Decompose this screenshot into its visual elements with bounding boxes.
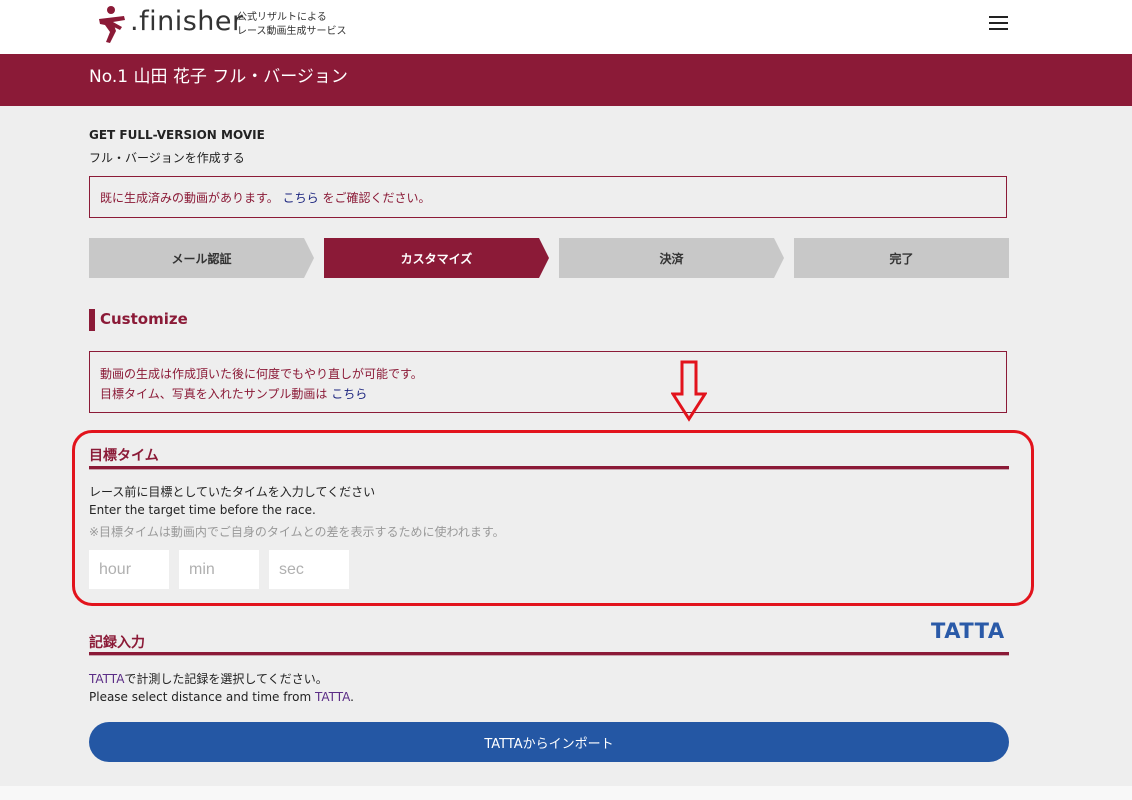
target-time-note: ※目標タイムは動画内でご自身のタイムとの差を表示するために使われます。 [89, 525, 505, 539]
tatta-import-button[interactable]: TATTAからインポート [89, 722, 1009, 762]
record-desc-en-text: Please select distance and time from [89, 690, 315, 704]
page-title: No.1 山田 花子 フル・バージョン [89, 67, 348, 87]
sample-movie-link[interactable]: こちら [331, 387, 367, 401]
min-input[interactable] [179, 550, 259, 589]
customize-accent-bar [89, 309, 95, 331]
record-desc-en-end: . [350, 690, 354, 704]
step-email-verification: メール認証 [89, 238, 314, 278]
customize-notice-text: 目標タイム、写真を入れたサンプル動画は [100, 387, 332, 401]
title-band: No.1 山田 花子 フル・バージョン [0, 54, 1132, 106]
target-time-title: 目標タイム [89, 448, 159, 464]
section-heading-en: GET FULL-VERSION MOVIE [89, 128, 265, 142]
notice-text-after: をご確認ください。 [318, 191, 431, 205]
step-payment: 決済 [559, 238, 784, 278]
tatta-logo: TATTA [931, 619, 1005, 643]
tatta-brand-text-en: TATTA [314, 690, 351, 704]
tagline: 公式リザルトによる レース動画生成サービス [237, 11, 347, 39]
customize-heading: Customize [100, 310, 188, 328]
footer-strip [0, 786, 1132, 800]
down-arrow-icon [671, 360, 707, 422]
tagline-line-2: レース動画生成サービス [237, 26, 347, 37]
target-time-desc-ja: レース前に目標としていたタイムを入力してください [89, 485, 376, 499]
target-time-desc-en: Enter the target time before the race. [89, 503, 316, 517]
customize-notice-line-2: 目標タイム、写真を入れたサンプル動画は こちら [100, 384, 996, 404]
site-header: .finisher 公式リザルトによる レース動画生成サービス [0, 0, 1132, 54]
hamburger-menu-icon[interactable] [989, 16, 1008, 30]
record-desc-ja: TATTAで計測した記録を選択してください。 [89, 670, 328, 687]
step-customize: カスタマイズ [324, 238, 549, 278]
hour-input[interactable] [89, 550, 169, 589]
progress-steps: メール認証 カスタマイズ 決済 完了 [89, 238, 1009, 278]
tatta-brand-text: TATTA [89, 672, 125, 686]
step-complete: 完了 [794, 238, 1009, 278]
section-heading-ja: フル・バージョンを作成する [89, 151, 245, 165]
record-desc-en: Please select distance and time from TAT… [89, 690, 354, 704]
logo-text[interactable]: .finisher [130, 6, 244, 37]
sec-input[interactable] [269, 550, 349, 589]
record-input-title: 記録入力 [89, 635, 145, 651]
record-desc-ja-text: で計測した記録を選択してください。 [124, 672, 328, 686]
tagline-line-1: 公式リザルトによる [237, 12, 327, 23]
record-input-divider [89, 652, 1009, 656]
customize-notice-line-1: 動画の生成は作成頂いた後に何度でもやり直しが可能です。 [100, 367, 423, 381]
runner-logo-icon[interactable] [96, 5, 130, 45]
existing-movie-notice: 既に生成済みの動画があります。 こちら をご確認ください。 [89, 176, 1007, 218]
existing-movie-link[interactable]: こちら [283, 191, 319, 205]
customize-notice: 動画の生成は作成頂いた後に何度でもやり直しが可能です。 目標タイム、写真を入れた… [89, 351, 1007, 413]
notice-text-before: 既に生成済みの動画があります。 [100, 191, 283, 205]
target-time-divider [89, 466, 1009, 470]
